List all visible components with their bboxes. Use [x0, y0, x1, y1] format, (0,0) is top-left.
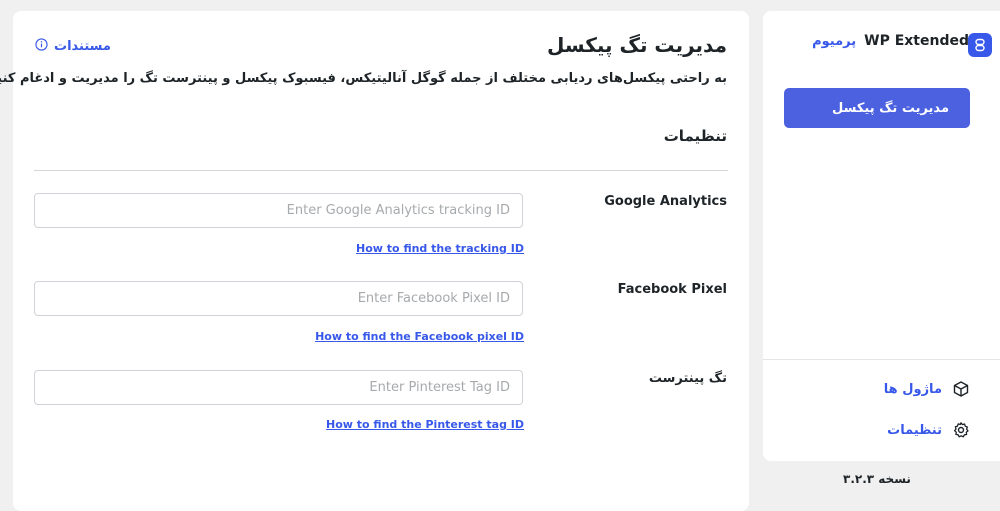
brand-logo-icon — [968, 33, 992, 57]
docs-label: مستندات — [54, 39, 111, 54]
gear-icon — [952, 421, 970, 439]
sidebar-divider — [763, 359, 1000, 360]
sidebar-item-settings[interactable]: تنظیمات — [887, 421, 970, 439]
pinterest-tag-label: تگ پینترست — [648, 371, 727, 386]
page-title: مدیریت تگ پیکسل — [547, 33, 727, 57]
info-icon — [35, 38, 48, 55]
cube-icon — [952, 380, 970, 398]
settings-section-title: تنظیمات — [663, 127, 727, 145]
sidebar: پرمیوم WP Extended مدیریت تگ پیکسل ماژول… — [763, 11, 1000, 461]
google-analytics-label: Google Analytics — [604, 194, 727, 209]
docs-link[interactable]: مستندات — [35, 38, 111, 55]
facebook-pixel-help-link[interactable]: How to find the Facebook pixel ID — [315, 330, 524, 343]
brand: پرمیوم WP Extended — [812, 33, 969, 49]
page-description: به راحتی پیکسل‌های ردیابی مختلف از جمله … — [0, 71, 727, 86]
google-analytics-help-link[interactable]: How to find the tracking ID — [356, 242, 524, 255]
version-label: نسخه ۳.۲.۳ — [843, 472, 911, 486]
sidebar-item-modules-label: ماژول ها — [883, 381, 942, 397]
pinterest-tag-help-link[interactable]: How to find the Pinterest tag ID — [326, 418, 524, 431]
brand-badge: پرمیوم — [812, 33, 857, 49]
facebook-pixel-label: Facebook Pixel — [617, 282, 727, 297]
google-analytics-input[interactable] — [34, 193, 523, 228]
section-divider — [34, 170, 728, 171]
brand-name: WP Extended — [864, 33, 969, 49]
pinterest-tag-input[interactable] — [34, 370, 523, 405]
sidebar-item-settings-label: تنظیمات — [887, 422, 942, 438]
main-panel: مدیریت تگ پیکسل مستندات به راحتی پیکسل‌ه… — [0, 11, 749, 511]
sidebar-item-pixel-tag-manager[interactable]: مدیریت تگ پیکسل — [784, 88, 970, 128]
facebook-pixel-input[interactable] — [34, 281, 523, 316]
sidebar-item-modules[interactable]: ماژول ها — [884, 380, 970, 398]
